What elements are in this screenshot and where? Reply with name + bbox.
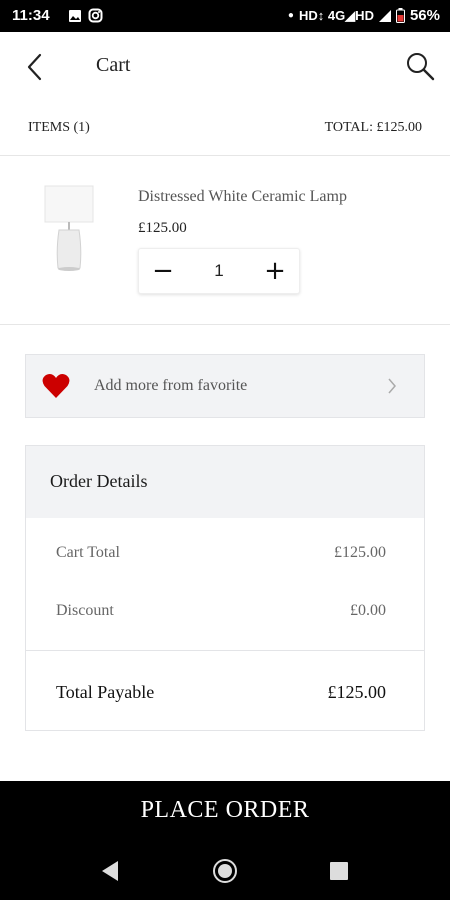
heart-icon [42,374,70,398]
back-arrow-icon[interactable] [22,52,50,82]
cart-item: Distressed White Ceramic Lamp £125.00 − … [0,160,450,322]
add-from-favorite-button[interactable]: Add more from favorite [25,354,425,418]
app-bar: Cart [0,32,450,102]
cart-total-header: TOTAL: £125.00 [324,120,422,135]
total-payable-value: £125.00 [327,682,387,702]
place-order-button[interactable]: PLACE ORDER [0,781,450,840]
cart-total-label: Cart Total [56,544,120,561]
product-price: £125.00 [138,220,187,236]
cart-total-row: Cart Total £125.00 [56,544,386,562]
divider [0,155,450,156]
page-title: Cart [96,54,131,76]
quantity-stepper: − 1 + [138,248,300,294]
order-details-title: Order Details [50,471,148,491]
decrease-quantity-button[interactable]: − [139,249,187,293]
cart-total-value: £125.00 [334,544,386,561]
notification-icons [68,8,103,23]
nav-back-icon[interactable] [98,858,124,884]
dot-icon: ● [287,10,294,21]
network-indicator: HD↕ 4G◢HD [298,7,374,23]
order-details-card: Order Details Cart Total £125.00 Discoun… [25,445,425,731]
battery-percent: 56% [409,7,440,24]
items-count: ITEMS (1) [28,120,90,135]
system-nav-bar [0,840,450,900]
system-icons: ● HD↕ 4G◢HD 56% [288,7,440,24]
cart-summary: ITEMS (1) TOTAL: £125.00 [28,112,422,142]
nav-home-icon[interactable] [212,858,238,884]
nav-recents-icon[interactable] [326,858,352,884]
increase-quantity-button[interactable]: + [251,249,299,293]
image-icon [69,9,81,22]
signal-icon [378,9,391,22]
instagram-icon [88,8,103,23]
product-image[interactable] [42,184,96,274]
total-payable-row: Total Payable £125.00 [56,682,386,703]
search-icon[interactable] [404,50,436,82]
order-details-header: Order Details [26,446,424,518]
clock: 11:34 [12,7,50,24]
discount-label: Discount [56,602,114,619]
product-name[interactable]: Distressed White Ceramic Lamp [138,188,347,206]
total-payable-label: Total Payable [56,682,155,702]
divider [0,324,450,325]
status-bar: 11:34 ● HD↕ 4G◢HD 56% [0,0,450,32]
favorite-label: Add more from favorite [94,377,248,394]
chevron-right-icon [388,378,396,394]
discount-row: Discount £0.00 [56,602,386,620]
divider [26,650,424,651]
battery-icon [395,8,405,23]
discount-value: £0.00 [350,602,386,619]
quantity-value: 1 [214,261,224,280]
